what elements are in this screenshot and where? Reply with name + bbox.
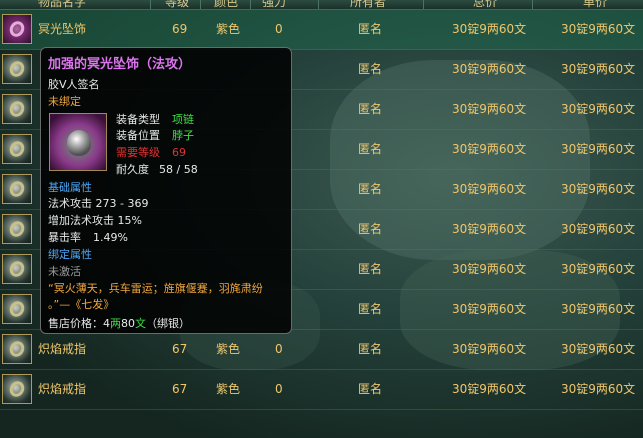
- ring-icon[interactable]: [2, 294, 32, 324]
- table-row[interactable]: 炽焰戒指 67 紫色 0 匿名 30锭9两60文 30锭9两60文: [0, 330, 643, 370]
- ring-icon[interactable]: [2, 214, 32, 244]
- tooltip-title: 加强的冥光坠饰（法攻）: [48, 57, 192, 72]
- ring-icon[interactable]: [2, 134, 32, 164]
- header-level[interactable]: 等级: [165, 0, 189, 9]
- ring-icon[interactable]: [2, 174, 32, 204]
- item-owner: 匿名: [358, 262, 383, 276]
- price-label: 售店价格：: [48, 317, 103, 330]
- shop-price: 售店价格：4两80文（绑银）: [48, 317, 190, 330]
- item-unit-price: 30锭9两60文: [561, 342, 636, 356]
- item-owner: 匿名: [358, 62, 383, 76]
- header-color[interactable]: 颜色: [214, 0, 238, 9]
- header-divider: [532, 0, 533, 9]
- type-label: 装备类型: [116, 113, 160, 126]
- item-unit-price: 30锭9两60文: [561, 142, 636, 156]
- item-unit-price: 30锭9两60文: [561, 302, 636, 316]
- price-unit: 两: [110, 317, 121, 330]
- item-owner: 匿名: [358, 142, 383, 156]
- table-row[interactable]: 冥光坠饰 69 紫色 0 匿名 30锭9两60文 30锭9两60文: [0, 10, 643, 50]
- tooltip-bind-state: 未绑定: [48, 95, 81, 108]
- row-divider: [0, 409, 643, 410]
- item-color: 紫色: [216, 22, 241, 36]
- header-divider: [150, 0, 151, 9]
- item-total-price: 30锭9两60文: [452, 342, 527, 356]
- item-unit-price: 30锭9两60文: [561, 182, 636, 196]
- header-divider: [200, 0, 201, 9]
- table-header: 物品名字 等级 颜色 强力 所有者 总价 单价: [0, 0, 643, 10]
- flavor-text: 。”—《七发》: [48, 298, 115, 311]
- item-total-price: 30锭9两60文: [452, 142, 527, 156]
- item-total-price: 30锭9两60文: [452, 22, 527, 36]
- item-tooltip: 加强的冥光坠饰（法攻） 胶V人签名 未绑定 装备类型 项链 装备位置 脖子 需要…: [40, 47, 292, 334]
- price-note: （绑银）: [146, 317, 190, 330]
- item-strength: 0: [275, 22, 283, 36]
- item-name: 冥光坠饰: [38, 22, 87, 36]
- attribute-line: 增加法术攻击 15%: [48, 214, 142, 227]
- slot-value: 脖子: [172, 129, 194, 142]
- item-owner: 匿名: [358, 22, 383, 36]
- price-unit: 文: [135, 317, 146, 330]
- item-total-price: 30锭9两60文: [452, 182, 527, 196]
- pendant-icon[interactable]: [2, 14, 32, 44]
- attribute-line: 法术攻击 273 - 369: [48, 197, 149, 210]
- item-owner: 匿名: [358, 342, 383, 356]
- bind-attributes-header: 绑定属性: [48, 248, 92, 261]
- base-attributes-header: 基础属性: [48, 181, 92, 194]
- ring-icon[interactable]: [2, 54, 32, 84]
- header-name[interactable]: 物品名字: [38, 0, 86, 9]
- item-strength: 0: [275, 382, 283, 396]
- item-level: 69: [172, 22, 188, 36]
- item-unit-price: 30锭9两60文: [561, 222, 636, 236]
- item-color: 紫色: [216, 342, 241, 356]
- header-unit[interactable]: 单价: [583, 0, 607, 9]
- item-owner: 匿名: [358, 382, 383, 396]
- item-strength: 0: [275, 342, 283, 356]
- item-total-price: 30锭9两60文: [452, 62, 527, 76]
- price-amount: 4: [103, 317, 110, 330]
- item-unit-price: 30锭9两60文: [561, 22, 636, 36]
- flavor-text: “冥火薄天，兵车雷运；旌旗偃蹇，羽旄肃纷: [48, 282, 263, 295]
- ring-icon[interactable]: [2, 374, 32, 404]
- ring-icon[interactable]: [2, 334, 32, 364]
- durability-label: 耐久度: [116, 163, 149, 176]
- req-level-label: 需要等级: [116, 146, 160, 159]
- item-owner: 匿名: [358, 302, 383, 316]
- table-row[interactable]: 炽焰戒指 67 紫色 0 匿名 30锭9两60文 30锭9两60文: [0, 370, 643, 410]
- req-level-value: 69: [172, 146, 186, 159]
- crit-label: 暴击率: [48, 231, 81, 244]
- ring-icon[interactable]: [2, 254, 32, 284]
- header-divider: [423, 0, 424, 9]
- item-name: 炽焰戒指: [38, 382, 87, 396]
- item-name: 炽焰戒指: [38, 342, 87, 356]
- header-owner[interactable]: 所有者: [350, 0, 386, 9]
- header-strength[interactable]: 强力: [262, 0, 286, 9]
- header-divider: [250, 0, 251, 9]
- ring-icon[interactable]: [2, 94, 32, 124]
- item-owner: 匿名: [358, 182, 383, 196]
- item-unit-price: 30锭9两60文: [561, 102, 636, 116]
- item-total-price: 30锭9两60文: [452, 382, 527, 396]
- item-level: 67: [172, 382, 188, 396]
- item-unit-price: 30锭9两60文: [561, 262, 636, 276]
- crit-value: 1.49%: [93, 231, 128, 244]
- item-unit-price: 30锭9两60文: [561, 62, 636, 76]
- item-level: 67: [172, 342, 188, 356]
- item-total-price: 30锭9两60文: [452, 222, 527, 236]
- tooltip-signature: 胶V人签名: [48, 78, 100, 91]
- item-total-price: 30锭9两60文: [452, 302, 527, 316]
- item-owner: 匿名: [358, 102, 383, 116]
- item-color: 紫色: [216, 382, 241, 396]
- item-total-price: 30锭9两60文: [452, 102, 527, 116]
- pendant-icon: [49, 113, 107, 171]
- item-owner: 匿名: [358, 222, 383, 236]
- item-unit-price: 30锭9两60文: [561, 382, 636, 396]
- price-amount: 80: [121, 317, 135, 330]
- durability-value: 58 / 58: [159, 163, 198, 176]
- slot-label: 装备位置: [116, 129, 160, 142]
- inactive-label: 未激活: [48, 265, 81, 278]
- header-total[interactable]: 总价: [473, 0, 497, 9]
- header-divider: [318, 0, 319, 9]
- item-total-price: 30锭9两60文: [452, 262, 527, 276]
- type-value: 项链: [172, 113, 194, 126]
